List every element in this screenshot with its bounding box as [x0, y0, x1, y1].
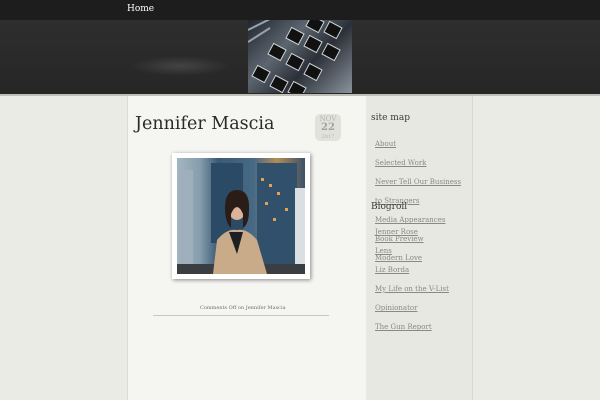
list-item: Liz Borda — [375, 257, 470, 276]
blogroll-heading: Blogroll — [371, 202, 408, 212]
list-item: The Gun Report — [375, 314, 470, 333]
post-divider — [153, 315, 329, 316]
post-date-day: 22 — [321, 122, 335, 133]
blogroll-link-opinionator[interactable]: Opinionator — [375, 304, 417, 312]
list-item: Lens — [375, 238, 470, 257]
post-date-year: 2017 — [321, 134, 335, 140]
post-title[interactable]: Jennifer Mascia — [135, 114, 274, 134]
post-date-badge: NOV 22 2017 — [315, 114, 341, 141]
header-glow — [130, 56, 230, 76]
site-map-link-never-tell[interactable]: Never Tell Our Business to Strangers — [375, 178, 461, 205]
list-item: About — [375, 131, 470, 150]
post-photo-frame — [172, 153, 310, 279]
blogroll-link-v-list[interactable]: My Life on the V-List — [375, 285, 449, 293]
list-item: Jenner Rose — [375, 219, 470, 238]
post-photo[interactable] — [177, 158, 305, 274]
nav-home-link[interactable]: Home — [127, 4, 154, 14]
blogroll-link-gun-report[interactable]: The Gun Report — [375, 323, 432, 331]
site-map-link-selected-work[interactable]: Selected Work — [375, 159, 426, 167]
site-map-heading: site map — [371, 113, 410, 123]
typewriter-keys-image — [248, 20, 352, 93]
list-item: My Life on the V-List — [375, 276, 470, 295]
blogroll-link-liz-borda[interactable]: Liz Borda — [375, 266, 409, 274]
list-item: Opinionator — [375, 295, 470, 314]
top-nav-bar: Home — [0, 0, 600, 20]
site-header — [0, 20, 600, 94]
blogroll-list: Jenner Rose Lens Liz Borda My Life on th… — [375, 219, 470, 333]
site-map-link-about[interactable]: About — [375, 140, 396, 148]
blogroll-link-lens[interactable]: Lens — [375, 247, 392, 255]
comments-status: Comments Off on Jennifer Mascia — [200, 305, 286, 311]
list-item: Selected Work — [375, 150, 470, 169]
blogroll-link-jenner-rose[interactable]: Jenner Rose — [375, 228, 418, 236]
